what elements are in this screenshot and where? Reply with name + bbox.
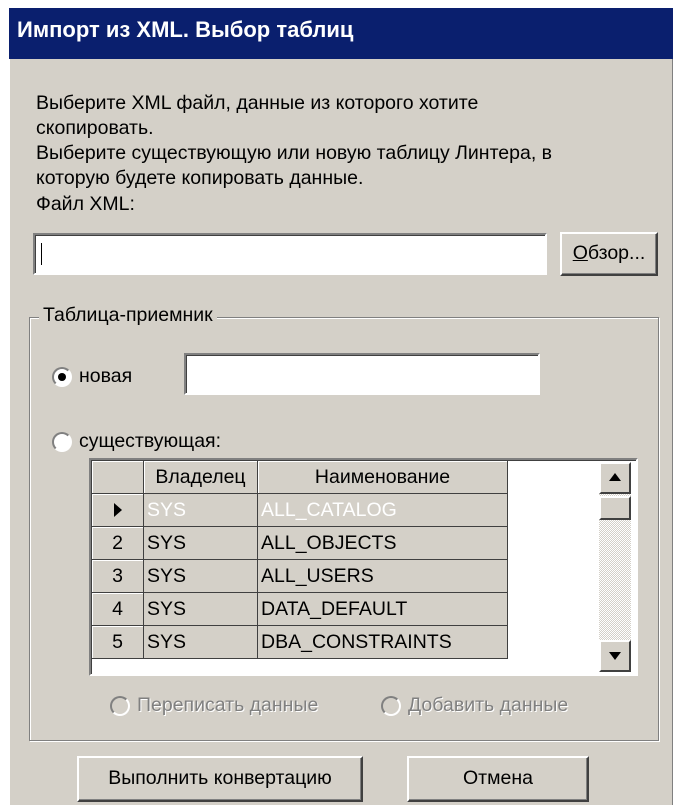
instructions-text: Выберите XML файл, данные из которого хо… [36,91,656,191]
instructions-line: которую будете копировать данные. [36,167,364,189]
tables-table: Владелец Наименование SYS ALL_CATALOG 2 … [91,460,508,659]
convert-button[interactable]: Выполнить конвертацию [77,756,363,802]
table-row[interactable]: SYS ALL_CATALOG [91,493,508,527]
new-table-name-input[interactable] [184,353,540,395]
row-indicator: 2 [91,526,144,560]
scroll-down-button[interactable] [599,640,631,672]
name-cell[interactable]: ALL_OBJECTS [257,526,508,560]
owner-cell[interactable]: SYS [143,592,258,626]
target-table-group-label: Таблица-приемник [39,304,217,327]
browse-button[interactable]: Обзор... [560,232,658,276]
owner-cell[interactable]: SYS [143,625,258,659]
window-title: Импорт из XML. Выбор таблиц [17,17,354,42]
browse-button-label: Обзор... [572,242,646,264]
arrow-up-icon [609,473,621,481]
column-header-name[interactable]: Наименование [257,460,508,494]
text-caret [41,243,42,265]
instructions-line: Выберите существующую или новую таблицу … [36,142,553,164]
append-data-radio[interactable] [381,696,401,716]
tables-grid[interactable]: Владелец Наименование SYS ALL_CATALOG 2 … [89,458,638,676]
name-cell[interactable]: ALL_CATALOG [257,493,508,527]
vertical-scrollbar[interactable] [599,462,631,672]
row-indicator: 4 [91,592,144,626]
radio-selected-dot [58,373,66,381]
overwrite-data-radio[interactable] [110,696,130,716]
instructions-line: скопировать. [36,117,154,139]
existing-table-radio[interactable] [52,432,72,452]
scroll-up-button[interactable] [599,462,631,494]
grid-corner-cell [91,460,144,494]
cancel-button[interactable]: Отмена [407,756,589,802]
owner-cell[interactable]: SYS [143,559,258,593]
new-table-label[interactable]: новая [79,365,132,388]
row-indicator [91,493,144,527]
xml-file-label: Файл XML: [36,193,135,215]
table-row[interactable]: 4 SYS DATA_DEFAULT [91,592,508,626]
column-header-owner[interactable]: Владелец [143,460,258,494]
table-row[interactable]: 2 SYS ALL_OBJECTS [91,526,508,560]
new-table-radio[interactable] [52,367,72,387]
row-indicator: 3 [91,559,144,593]
owner-cell[interactable]: SYS [143,493,258,527]
tables-grid-body: Владелец Наименование SYS ALL_CATALOG 2 … [91,460,595,674]
instructions-line: Выберите XML файл, данные из которого хо… [36,92,479,114]
overwrite-data-label[interactable]: Переписать данные [137,694,318,717]
current-row-arrow-icon [113,503,122,518]
grid-header-row: Владелец Наименование [91,460,508,494]
import-dialog: Импорт из XML. Выбор таблиц Выберите XML… [9,8,673,805]
name-cell[interactable]: DBA_CONSTRAINTS [257,625,508,659]
row-indicator: 5 [91,625,144,659]
append-data-label[interactable]: Добавить данные [408,694,568,717]
owner-cell[interactable]: SYS [143,526,258,560]
existing-table-label[interactable]: существующая: [79,430,221,453]
title-bar[interactable]: Импорт из XML. Выбор таблиц [9,8,673,59]
arrow-down-icon [609,652,621,660]
name-cell[interactable]: DATA_DEFAULT [257,592,508,626]
table-row[interactable]: 3 SYS ALL_USERS [91,559,508,593]
scroll-thumb[interactable] [599,496,631,520]
table-row[interactable]: 5 SYS DBA_CONSTRAINTS [91,625,508,659]
xml-file-input[interactable] [33,233,547,275]
name-cell[interactable]: ALL_USERS [257,559,508,593]
